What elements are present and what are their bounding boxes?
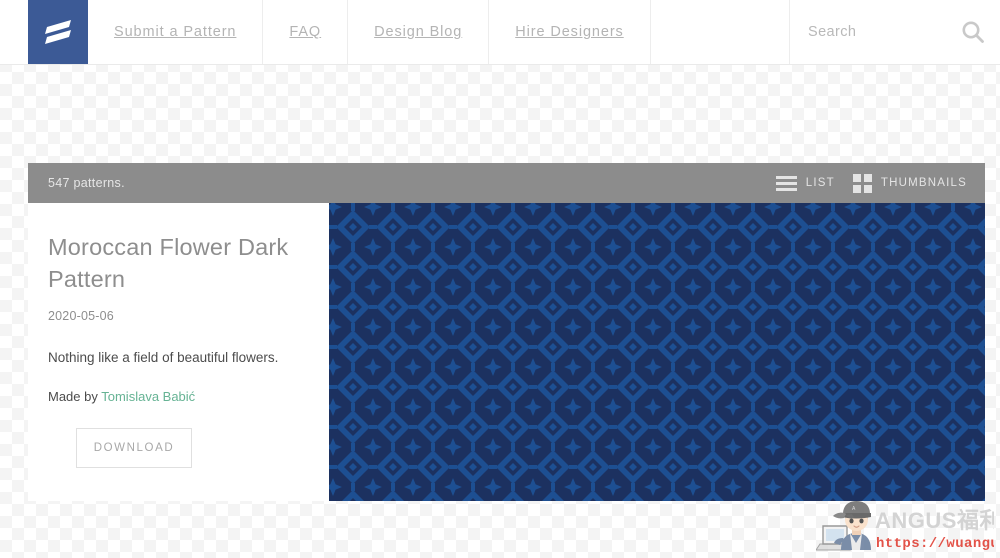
view-toggle-list-label: LIST bbox=[805, 177, 835, 189]
pattern-date: 2020-05-06 bbox=[48, 309, 114, 323]
pattern-count-label: 547 patterns. bbox=[48, 176, 125, 190]
watermark-brand-text: ANGUS福利社 bbox=[875, 508, 994, 533]
content-area: 547 patterns. LIST THUMBNAILS Moroccan F… bbox=[28, 163, 985, 501]
list-icon bbox=[775, 175, 797, 191]
search-input[interactable] bbox=[808, 24, 948, 40]
pattern-description: Nothing like a field of beautiful flower… bbox=[48, 350, 279, 365]
equals-slant-logo-icon bbox=[41, 17, 75, 47]
watermark-character-icon: A bbox=[816, 501, 871, 551]
view-toggle-thumbnails-label: THUMBNAILS bbox=[880, 177, 967, 189]
view-mode-toggles: LIST THUMBNAILS bbox=[775, 173, 967, 193]
pattern-detail-panel: Moroccan Flower Dark Pattern 2020-05-06 … bbox=[28, 203, 329, 501]
search-icon[interactable] bbox=[960, 19, 986, 45]
author-link[interactable]: Tomislava Babić bbox=[101, 389, 195, 404]
site-header: Submit a Pattern FAQ Design Blog Hire De… bbox=[0, 0, 1000, 65]
nav-label: Design Blog bbox=[374, 24, 463, 40]
download-button[interactable]: DOWNLOAD bbox=[76, 428, 192, 468]
site-logo[interactable] bbox=[28, 0, 88, 64]
made-by-prefix: Made by bbox=[48, 389, 102, 404]
watermark-url-text: https://wuangus.cc bbox=[876, 536, 994, 552]
view-toggle-thumbnails[interactable]: THUMBNAILS bbox=[852, 173, 967, 193]
nav-item-hire-designers[interactable]: Hire Designers bbox=[489, 0, 651, 64]
site-watermark: A ANGUS福利社 https://wuangus.cc bbox=[816, 500, 994, 554]
search-box[interactable] bbox=[790, 0, 1000, 64]
nav-label: FAQ bbox=[289, 24, 322, 40]
moroccan-flower-dark-pattern-preview[interactable] bbox=[329, 203, 985, 501]
nav-label: Hire Designers bbox=[515, 24, 624, 40]
nav-item-faq[interactable]: FAQ bbox=[263, 0, 349, 64]
view-toggle-list[interactable]: LIST bbox=[775, 175, 835, 191]
made-by-line: Made by Tomislava Babić bbox=[48, 389, 307, 404]
nav-label: Submit a Pattern bbox=[114, 24, 237, 40]
header-filler bbox=[651, 0, 790, 64]
results-toolbar: 547 patterns. LIST THUMBNAILS bbox=[28, 163, 985, 203]
nav-item-design-blog[interactable]: Design Blog bbox=[348, 0, 490, 64]
grid-icon bbox=[852, 173, 872, 193]
header-left-spacer bbox=[0, 0, 28, 64]
pattern-detail-row: Moroccan Flower Dark Pattern 2020-05-06 … bbox=[28, 203, 985, 501]
page-title: Moroccan Flower Dark Pattern bbox=[48, 234, 289, 292]
nav-item-submit-a-pattern[interactable]: Submit a Pattern bbox=[88, 0, 264, 64]
